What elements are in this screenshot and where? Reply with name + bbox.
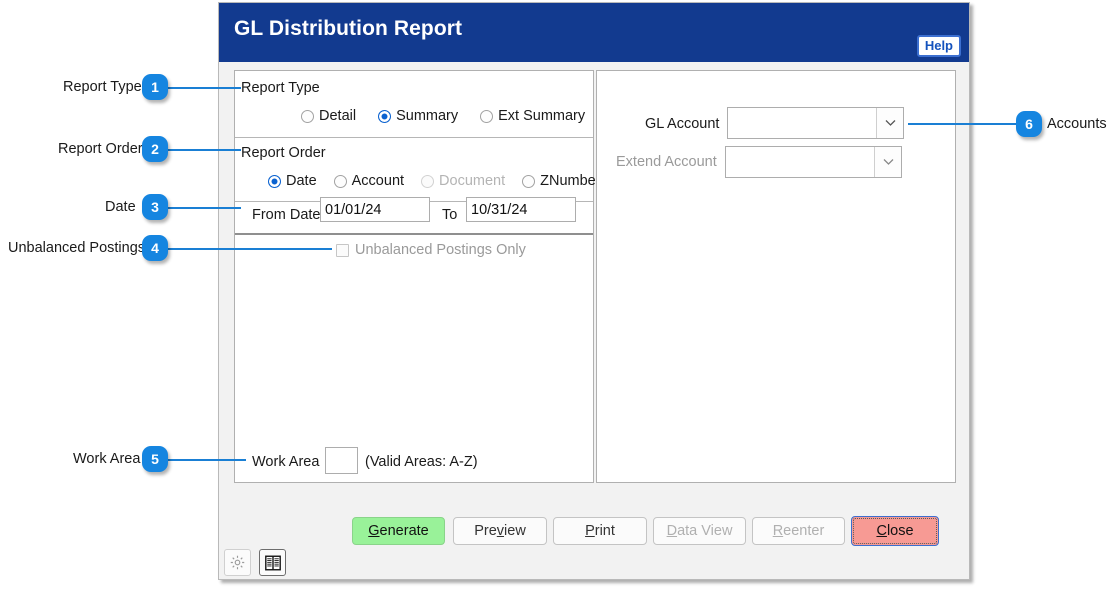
window-title: GL Distribution Report <box>234 17 463 40</box>
callout-label-1: Report Type <box>63 79 142 95</box>
gl-account-value <box>728 108 876 138</box>
radio-label: Account <box>351 173 405 189</box>
callout-label-3: Date <box>105 199 136 215</box>
gl-distribution-report-window: GL Distribution Report Help Report Type … <box>218 2 970 580</box>
callout-leader-6 <box>908 123 1018 125</box>
radio-indicator <box>522 174 536 188</box>
work-area-hint: (Valid Areas: A-Z) <box>365 454 478 470</box>
chevron-down-icon <box>874 147 901 177</box>
unbalanced-postings-label: Unbalanced Postings Only <box>355 242 526 258</box>
radio-indicator <box>301 109 314 123</box>
unbalanced-postings-row: Unbalanced Postings Only <box>336 242 526 258</box>
radio-indicator <box>268 174 281 188</box>
callout-label-6: Accounts <box>1047 116 1107 132</box>
print-button[interactable]: Print <box>553 517 647 545</box>
report-options-panel: Report Type Detail Summary Ext Summary R… <box>234 70 601 483</box>
radio-label: Ext Summary <box>498 108 586 124</box>
chevron-down-icon[interactable] <box>876 108 903 138</box>
extend-account-label: Extend Account <box>616 154 717 170</box>
callout-leader-3 <box>166 207 241 209</box>
data-view-button: Data View <box>653 517 746 545</box>
radio-label: Detail <box>319 108 357 124</box>
callout-leader-1 <box>166 87 241 89</box>
callout-badge-1: 1 <box>142 74 168 100</box>
gear-icon-button[interactable] <box>224 549 251 576</box>
radio-report-order-date[interactable]: Date <box>268 173 317 189</box>
radio-indicator <box>333 174 347 188</box>
callout-badge-5: 5 <box>142 446 168 472</box>
radio-report-type-detail[interactable]: Detail <box>301 108 356 124</box>
callout-badge-3: 3 <box>142 194 168 220</box>
extend-account-value <box>726 147 874 177</box>
close-button[interactable]: Close <box>851 516 939 546</box>
radio-report-type-ext-summary[interactable]: Ext Summary <box>480 108 585 124</box>
callout-label-5: Work Area <box>73 451 141 467</box>
work-area-input[interactable] <box>325 447 358 474</box>
callout-badge-4: 4 <box>142 235 168 261</box>
report-type-group-label: Report Type <box>241 80 320 96</box>
report-type-radio-group: Detail Summary Ext Summary <box>301 108 585 124</box>
radio-label: ZNumber <box>540 173 601 189</box>
section-divider <box>235 137 593 138</box>
gear-icon <box>229 554 246 571</box>
work-area-label: Work Area <box>252 454 320 470</box>
gl-account-label: GL Account <box>645 116 720 132</box>
callout-label-4: Unbalanced Postings <box>8 240 146 256</box>
radio-label: Summary <box>396 108 459 124</box>
radio-indicator <box>378 109 392 123</box>
to-date-label: To <box>442 207 458 223</box>
report-order-radio-group: Date Account Document ZNumber <box>268 173 601 189</box>
radio-label: Document <box>439 173 506 189</box>
from-date-input[interactable]: 01/01/24 <box>320 197 430 222</box>
extend-account-combobox <box>725 146 902 178</box>
accounts-panel: GL Account Extend Account <box>596 70 956 483</box>
reenter-button: Reenter <box>752 517 845 545</box>
to-date-input[interactable]: 10/31/24 <box>466 197 576 222</box>
callout-badge-2: 2 <box>142 136 168 162</box>
callout-leader-5 <box>166 459 246 461</box>
callout-leader-2 <box>166 149 241 151</box>
radio-label: Date <box>286 173 317 189</box>
unbalanced-postings-checkbox <box>336 243 349 257</box>
preview-button[interactable]: Preview <box>453 517 547 545</box>
radio-indicator <box>480 109 494 123</box>
radio-report-order-account[interactable]: Account <box>333 173 405 189</box>
radio-report-type-summary[interactable]: Summary <box>378 108 458 124</box>
gl-account-combobox[interactable] <box>727 107 904 139</box>
report-order-group-label: Report Order <box>241 145 326 161</box>
screenshot-root: GL Distribution Report Help Report Type … <box>0 0 1118 589</box>
layout-icon-button[interactable] <box>259 549 286 576</box>
book-columns-icon <box>264 554 282 572</box>
help-button[interactable]: Help <box>916 35 961 57</box>
callout-label-2: Report Order <box>58 141 143 157</box>
callout-badge-6: 6 <box>1016 111 1042 137</box>
radio-indicator <box>421 174 435 188</box>
section-divider-thick <box>235 233 593 235</box>
radio-report-order-znumber[interactable]: ZNumber <box>522 173 601 189</box>
radio-report-order-document: Document <box>421 173 505 189</box>
from-date-label: From Date <box>252 207 321 223</box>
window-titlebar: GL Distribution Report Help <box>219 3 969 62</box>
callout-leader-4 <box>166 248 332 250</box>
generate-button[interactable]: Generate <box>352 517 445 545</box>
